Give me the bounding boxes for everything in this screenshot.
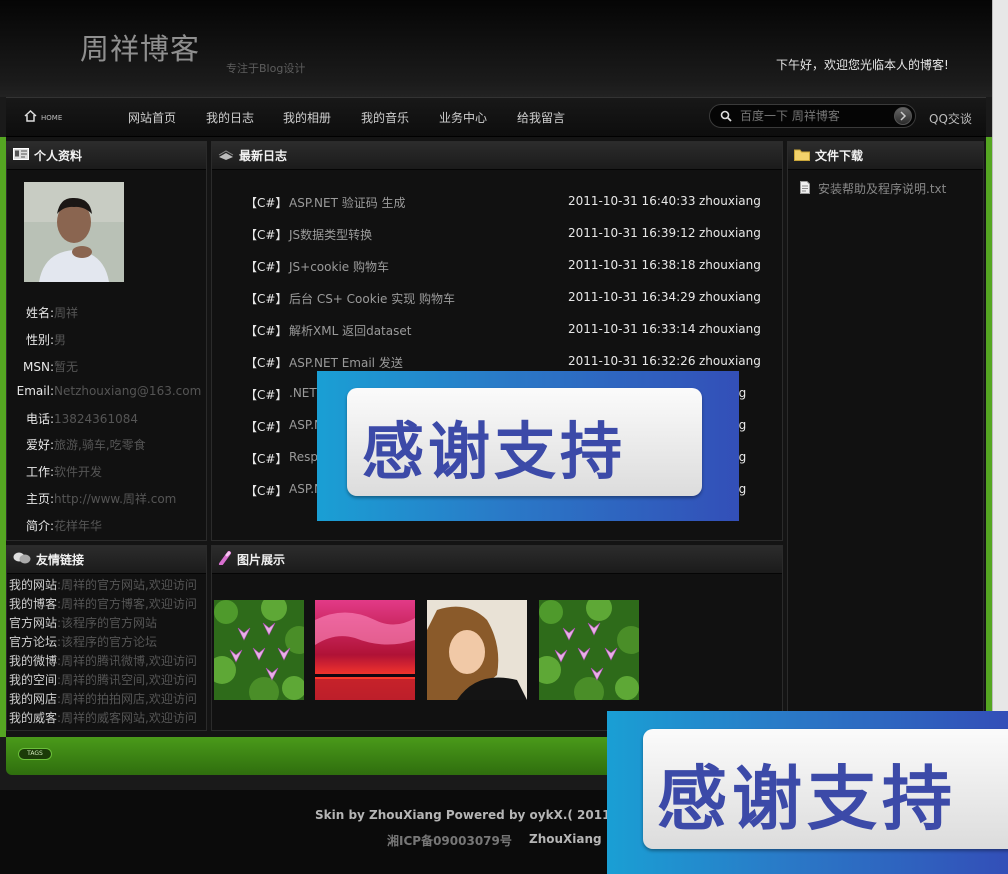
profile-row-gender: 性别:男 bbox=[25, 333, 67, 347]
id-card-icon bbox=[13, 148, 29, 163]
nav-home-link[interactable]: HOME bbox=[24, 110, 62, 122]
friend-link-item[interactable]: 官方论坛:该程序的官方论坛 bbox=[9, 633, 157, 650]
log-row[interactable]: 【C#】 ASP.NET 验证码 生成 2011-10-31 16:40:33 zho… bbox=[212, 194, 784, 214]
nav-item-album[interactable]: 我的相册 bbox=[283, 109, 331, 126]
friend-link-item[interactable]: 我的博客:周祥的官方博客,欢迎访问 bbox=[9, 595, 197, 612]
file-link[interactable]: 安装帮助及程序说明.txt bbox=[800, 180, 946, 197]
log-row[interactable]: 【C#】 后台 CS+ Cookie 实现 购物车 2011-10-31 16:34… bbox=[212, 290, 784, 310]
profile-row-homepage: 主页:http://www.周祥.com bbox=[25, 492, 177, 506]
nav-item-blog[interactable]: 我的日志 bbox=[206, 109, 254, 126]
footer-credits: Skin by ZhouXiang Powered by oykX.( 2011 bbox=[315, 808, 611, 822]
banner-text: 感谢支持 bbox=[362, 415, 627, 488]
log-row[interactable]: 【C#】 解析XML 返回dataset 2011-10-31 16:33:14 zh… bbox=[212, 322, 784, 342]
profile-panel: 个人资料 姓名:周祥 性别:男 MSN:暂无 Email:Netzhouxian… bbox=[6, 141, 207, 541]
avatar[interactable] bbox=[24, 182, 124, 282]
log-row[interactable]: 【C#】 JS+cookie 购物车 2011-10-31 16:38:18 zhou… bbox=[212, 258, 784, 278]
profile-row-phone: 电话:13824361084 bbox=[25, 412, 138, 426]
profile-row-intro: 简介:花样年华 bbox=[25, 519, 103, 533]
gallery-header: 图片展示 bbox=[212, 546, 782, 574]
nav-item-home[interactable]: 网站首页 bbox=[128, 109, 176, 126]
site-subtitle: 专注于Blog设计 bbox=[226, 62, 306, 75]
search-button[interactable] bbox=[894, 107, 912, 125]
file-download-title: 文件下载 bbox=[815, 149, 864, 163]
latest-logs-title: 最新日志 bbox=[239, 149, 288, 163]
gallery-photo-lotus[interactable] bbox=[533, 595, 645, 707]
friend-link-item[interactable]: 官方网站:该程序的官方网站 bbox=[9, 614, 157, 631]
book-icon bbox=[218, 148, 234, 163]
gallery-photo-lotus[interactable] bbox=[208, 595, 314, 707]
brush-icon bbox=[218, 551, 232, 568]
profile-row-hobby: 爱好:旅游,骑车,吃零食 bbox=[25, 438, 146, 452]
friend-link-item[interactable]: 我的空间:周祥的腾讯空间,欢迎访问 bbox=[9, 671, 197, 688]
footer-icp[interactable]: 湘ICP备09003079号 bbox=[387, 832, 512, 849]
footer-author: ZhouXiang bbox=[529, 832, 602, 846]
friend-links-panel: 友情链接 我的网站:周祥的官方网站,欢迎访问 我的博客:周祥的官方博客,欢迎访问… bbox=[6, 545, 207, 731]
friend-link-item[interactable]: 我的威客:周祥的威客网站,欢迎访问 bbox=[9, 709, 197, 726]
text-file-icon bbox=[800, 180, 810, 197]
nav-item-guestbook[interactable]: 给我留言 bbox=[517, 109, 565, 126]
gallery-photo-sunset[interactable] bbox=[315, 600, 415, 700]
gallery-panel: 图片展示 bbox=[208, 545, 783, 731]
profile-row-job: 工作:软件开发 bbox=[25, 465, 103, 479]
thanks-banner-ad[interactable]: 感谢支持 bbox=[317, 371, 739, 521]
chevron-right-icon bbox=[900, 111, 907, 121]
folder-icon bbox=[794, 148, 810, 164]
profile-row-email: Email:Netzhouxiang@163.com bbox=[16, 384, 202, 398]
friend-link-item[interactable]: 我的网店:周祥的拍拍网店,欢迎访问 bbox=[9, 690, 197, 707]
friend-link-item[interactable]: 我的网站:周祥的官方网站,欢迎访问 bbox=[9, 576, 197, 593]
gallery-photo-girl[interactable] bbox=[427, 600, 527, 700]
nav-item-business[interactable]: 业务中心 bbox=[439, 109, 487, 126]
site-header: 周祥博客 专注于Blog设计 下午好，欢迎您光临本人的博客! bbox=[0, 0, 992, 97]
latest-logs-header: 最新日志 bbox=[212, 142, 782, 170]
qq-chat-link[interactable]: QQ交谈 bbox=[929, 110, 972, 127]
file-download-header: 文件下载 bbox=[788, 142, 983, 170]
site-title[interactable]: 周祥博客 bbox=[80, 26, 200, 68]
chat-bubbles-icon bbox=[13, 551, 31, 568]
file-download-panel: 文件下载 安装帮助及程序说明.txt bbox=[787, 141, 984, 731]
nav-item-music[interactable]: 我的音乐 bbox=[361, 109, 409, 126]
home-label: HOME bbox=[41, 114, 63, 122]
friend-links-title: 友情链接 bbox=[36, 553, 85, 567]
search-icon bbox=[720, 110, 732, 125]
greeting-text: 下午好，欢迎您光临本人的博客! bbox=[776, 58, 949, 72]
gallery-title: 图片展示 bbox=[237, 553, 286, 567]
thanks-banner-ad[interactable]: 感谢支持 bbox=[607, 711, 1008, 874]
profile-row-name: 姓名:周祥 bbox=[25, 306, 79, 320]
search-box bbox=[709, 104, 916, 128]
main-navbar: HOME 网站首页 我的日志 我的相册 我的音乐 业务中心 给我留言 QQ交谈 bbox=[6, 97, 986, 137]
log-row[interactable]: 【C#】 JS数据类型转换 2011-10-31 16:39:12 zhouxiang bbox=[212, 226, 784, 246]
profile-panel-title: 个人资料 bbox=[34, 149, 83, 163]
profile-panel-header: 个人资料 bbox=[7, 142, 206, 170]
home-icon bbox=[24, 110, 37, 122]
green-side-border bbox=[986, 137, 992, 737]
profile-row-msn: MSN:暂无 bbox=[23, 360, 79, 374]
friend-link-item[interactable]: 我的微博:周祥的腾讯微博,欢迎访问 bbox=[9, 652, 197, 669]
homepage-link[interactable]: http://www.周祥.com bbox=[54, 492, 176, 506]
search-input[interactable] bbox=[740, 108, 890, 124]
banner-text: 感谢支持 bbox=[657, 758, 957, 840]
file-name: 安装帮助及程序说明.txt bbox=[818, 182, 947, 196]
tags-button[interactable]: TAGS bbox=[18, 748, 52, 760]
friend-links-header: 友情链接 bbox=[7, 546, 206, 574]
